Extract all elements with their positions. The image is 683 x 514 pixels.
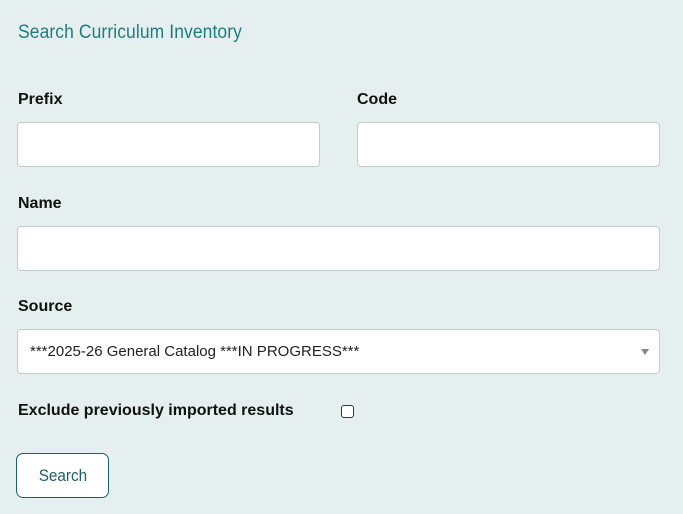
code-input[interactable] xyxy=(357,122,660,167)
prefix-input[interactable] xyxy=(17,122,320,167)
name-label: Name xyxy=(18,195,62,212)
search-curriculum-panel: Search Curriculum Inventory Prefix Code … xyxy=(0,0,683,514)
code-label: Code xyxy=(357,91,397,108)
chevron-down-icon xyxy=(641,349,649,355)
search-button[interactable]: Search xyxy=(16,453,109,498)
source-select[interactable]: ***2025-26 General Catalog ***IN PROGRES… xyxy=(17,329,660,374)
exclude-label: Exclude previously imported results xyxy=(18,402,294,419)
source-selected-value: ***2025-26 General Catalog ***IN PROGRES… xyxy=(30,343,360,360)
search-button-label: Search xyxy=(38,465,87,485)
name-input[interactable] xyxy=(17,226,660,271)
exclude-checkbox[interactable] xyxy=(341,405,354,418)
source-label: Source xyxy=(18,298,73,315)
prefix-label: Prefix xyxy=(18,91,63,108)
form-title: Search Curriculum Inventory xyxy=(18,22,242,43)
